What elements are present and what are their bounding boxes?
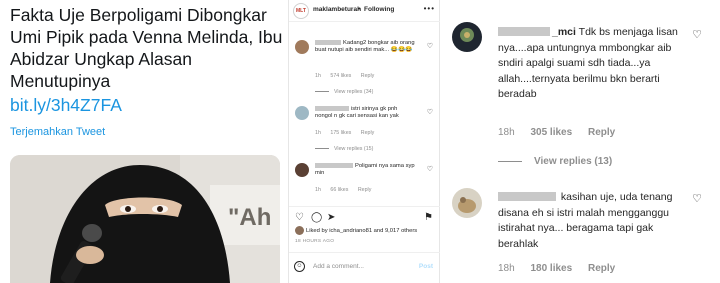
comment-time: 18h <box>498 263 515 274</box>
share-icon[interactable]: ➤ <box>327 212 335 223</box>
commenter-name-redacted <box>315 163 353 168</box>
heart-icon[interactable]: ♡ <box>295 212 304 223</box>
heart-icon[interactable]: ♡ <box>427 165 433 173</box>
comment-text: kasihan uje, uda tenang disana eh si ist… <box>498 191 673 250</box>
comment-likes[interactable]: 66 likes <box>330 187 348 193</box>
tweet-media-image[interactable]: "Ah <box>10 155 280 283</box>
commenter-name[interactable]: _mci <box>552 26 576 38</box>
commenter-name-redacted <box>498 192 556 201</box>
comments-zoom-panel: _mci Tdk bs menjaga lisan nya....apa unt… <box>440 0 720 283</box>
instagram-post-panel: MLT maklambeturah • Following ••• Kadang… <box>288 0 441 283</box>
heart-icon[interactable]: ♡ <box>427 42 433 50</box>
account-username[interactable]: maklambeturah <box>313 6 361 13</box>
heart-icon[interactable]: ♡ <box>692 28 702 41</box>
commenter-avatar[interactable] <box>452 188 482 218</box>
reply-button[interactable]: Reply <box>361 130 375 136</box>
reply-button[interactable]: Reply <box>358 187 372 193</box>
commenter-avatar[interactable] <box>295 106 309 120</box>
commenter-avatar[interactable] <box>295 163 309 177</box>
comment-meta: 18h 180 likes Reply <box>498 263 628 274</box>
comment-likes[interactable]: 574 likes <box>330 73 351 79</box>
commenter-avatar[interactable] <box>452 22 482 52</box>
comment-likes[interactable]: 180 likes <box>530 263 572 274</box>
bookmark-icon[interactable]: ⚑ <box>424 212 433 223</box>
liked-by-avatar <box>295 226 304 235</box>
media-watermark: "Ah <box>228 204 271 231</box>
comment-text: istri sirinya gk pnh nongol n gk cari se… <box>315 106 399 120</box>
post-button[interactable]: Post <box>419 263 433 270</box>
comment-meta: 1h 66 likes Reply <box>315 187 379 193</box>
comment-time: 1h <box>315 73 321 79</box>
view-replies-button[interactable]: View replies (15) <box>315 146 373 152</box>
comment-meta: 18h 305 likes Reply <box>498 127 628 138</box>
comment-meta: 1h 574 likes Reply <box>315 73 382 79</box>
more-options-icon[interactable]: ••• <box>424 4 435 13</box>
add-comment-input[interactable]: Add a comment... <box>313 263 364 270</box>
heart-icon[interactable]: ♡ <box>427 108 433 116</box>
comment-text: Kadang2 bongkar aib orang buat nutupi ai… <box>315 40 415 54</box>
post-timestamp: 18 HOURS AGO <box>295 239 335 244</box>
reply-button[interactable]: Reply <box>588 263 615 274</box>
reply-button[interactable]: Reply <box>361 73 375 79</box>
commenter-name-redacted <box>498 27 550 36</box>
ig-action-bar: ♡ ◯ ➤ ⚑ <box>289 206 441 226</box>
comment-time: 18h <box>498 127 515 138</box>
account-avatar-text: MLT <box>296 8 306 14</box>
comment-time: 1h <box>315 130 321 136</box>
heart-icon[interactable]: ♡ <box>692 192 702 205</box>
comment-likes[interactable]: 305 likes <box>530 127 572 138</box>
tweet-link[interactable]: bit.ly/3h4Z7FA <box>10 95 122 116</box>
commenter-name-redacted <box>315 40 341 45</box>
comment-icon[interactable]: ◯ <box>311 212 322 223</box>
liked-by[interactable]: Liked by icha_andriano81 and 9,017 other… <box>295 226 417 235</box>
comment-time: 1h <box>315 187 321 193</box>
following-button[interactable]: Following <box>364 6 394 13</box>
comment-text: _mci Tdk bs menjaga lisan nya....apa unt… <box>498 26 678 100</box>
commenter-avatar[interactable] <box>295 40 309 54</box>
tweet-text: Fakta Uje Berpoligami Dibongkar Umi Pipi… <box>10 5 283 91</box>
tweet-card: Fakta Uje Berpoligami Dibongkar Umi Pipi… <box>0 0 288 283</box>
view-replies-button[interactable]: View replies (13) <box>498 156 612 167</box>
translate-tweet-link[interactable]: Terjemahkan Tweet <box>10 126 105 138</box>
emoji-icon[interactable]: ☺ <box>294 261 305 272</box>
media-photo: "Ah <box>10 155 280 283</box>
separator-dot: • <box>358 6 361 13</box>
view-replies-button[interactable]: View replies (34) <box>315 89 373 95</box>
account-avatar[interactable]: MLT <box>293 3 309 19</box>
commenter-name-redacted <box>315 106 349 111</box>
ig-header: MLT maklambeturah • Following ••• <box>289 0 441 22</box>
comment-likes[interactable]: 175 likes <box>330 130 351 136</box>
reply-button[interactable]: Reply <box>588 127 615 138</box>
comment-text: Poligami nya sama syp min <box>315 163 415 177</box>
comment-meta: 1h 175 likes Reply <box>315 130 382 136</box>
add-comment-bar: ☺ Add a comment... Post <box>289 252 441 283</box>
